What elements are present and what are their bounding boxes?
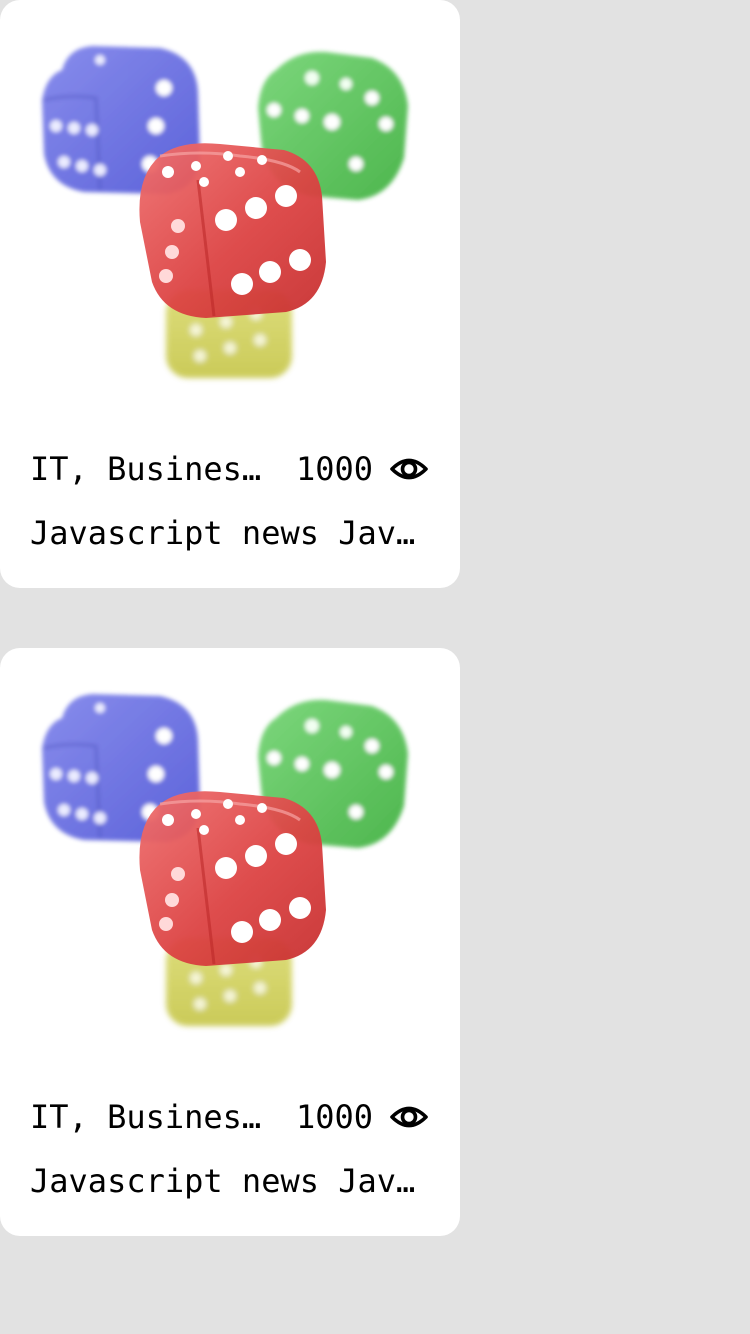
news-card[interactable]: IT, Business, Javascript 1000 Javascript… xyxy=(0,0,460,588)
red-die xyxy=(139,143,326,318)
eye-icon xyxy=(390,1100,428,1134)
dice-image xyxy=(42,694,408,1026)
card-title[interactable]: Javascript news Javascript news xyxy=(30,511,416,555)
card-tags: IT, Business, Javascript xyxy=(30,450,262,488)
card-meta: IT, Business, Javascript 1000 xyxy=(30,447,430,491)
card-meta: IT, Business, Javascript 1000 xyxy=(30,1095,430,1139)
card-tags: IT, Business, Javascript xyxy=(30,1098,262,1136)
dice-image xyxy=(42,46,408,378)
view-count: 1000 xyxy=(296,450,374,488)
eye-icon xyxy=(390,452,428,486)
news-thumbnail xyxy=(0,0,460,410)
card-title[interactable]: Javascript news Javascript news xyxy=(30,1159,416,1203)
red-die xyxy=(139,791,326,966)
view-count: 1000 xyxy=(296,1098,374,1136)
news-card[interactable]: IT, Business, Javascript 1000 Javascript… xyxy=(0,648,460,1236)
news-thumbnail xyxy=(0,648,460,1058)
